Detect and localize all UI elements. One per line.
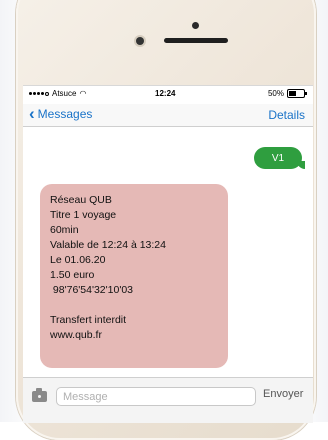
- earpiece-speaker: [164, 38, 228, 43]
- nav-bar: ‹ Messages Details: [23, 104, 313, 127]
- received-message-bubble[interactable]: Réseau QUB Titre 1 voyage 60min Valable …: [40, 184, 228, 368]
- status-right: 50%: [267, 89, 307, 98]
- carrier-name: Atsuce: [52, 89, 77, 98]
- sent-message-bubble[interactable]: V1: [254, 147, 305, 169]
- received-line: 98'76'54'32'10'03: [50, 284, 134, 296]
- received-line: Valable de 12:24 à 13:24: [50, 239, 166, 251]
- back-button-label: Messages: [37, 107, 93, 121]
- front-camera: [136, 37, 144, 45]
- received-line: Le 01.06.20: [50, 254, 106, 266]
- battery-percent: 50%: [267, 89, 284, 98]
- chevron-left-icon: ‹: [29, 104, 35, 123]
- status-time: 12:24: [155, 89, 176, 98]
- camera-icon[interactable]: [32, 388, 47, 402]
- received-line: Réseau QUB: [50, 194, 112, 206]
- received-line: [50, 298, 218, 313]
- received-line: Transfert interdit: [50, 314, 127, 326]
- phone-screen: Atsuce ◠ 12:24 50% ‹ Messages Details V1…: [23, 85, 313, 423]
- received-line: www.qub.fr: [50, 329, 102, 341]
- sent-message-text: V1: [271, 152, 285, 164]
- received-line: 1.50 euro: [50, 269, 95, 281]
- battery-icon: [287, 89, 307, 98]
- front-sensor-dot: [192, 22, 199, 29]
- received-line: 60min: [50, 224, 79, 236]
- details-button[interactable]: Details: [268, 108, 305, 122]
- status-left: Atsuce ◠: [29, 89, 86, 98]
- battery-fill: [289, 91, 296, 96]
- wifi-icon: ◠: [79, 88, 87, 98]
- message-composer: Envoyer: [23, 377, 313, 423]
- send-button[interactable]: Envoyer: [263, 388, 303, 400]
- received-line: Titre 1 voyage: [50, 209, 117, 221]
- messages-area[interactable]: V1 Réseau QUB Titre 1 voyage 60min Valab…: [23, 127, 313, 377]
- back-button[interactable]: ‹ Messages: [29, 104, 93, 123]
- message-input[interactable]: [56, 387, 256, 406]
- status-bar: Atsuce ◠ 12:24 50%: [23, 86, 313, 102]
- signal-icon: [29, 91, 49, 96]
